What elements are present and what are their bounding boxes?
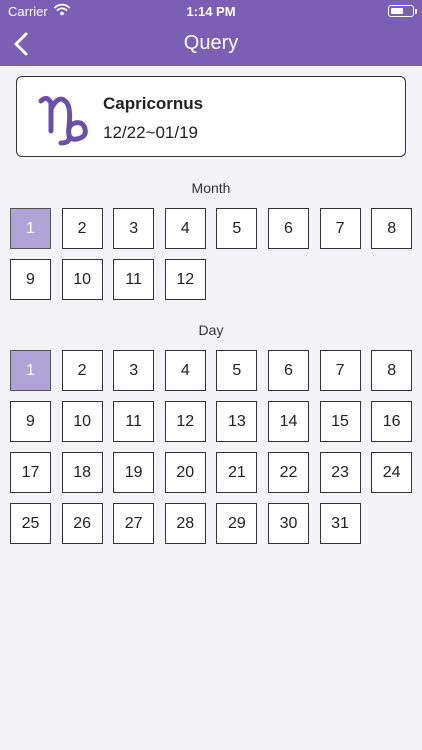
day-cell-7[interactable]: 7 — [319, 350, 361, 391]
navigation-bar: Query — [0, 22, 422, 66]
day-cell-25[interactable]: 25 — [10, 503, 51, 544]
page-title: Query — [183, 32, 239, 54]
day-cell-27[interactable]: 27 — [113, 503, 155, 544]
day-cell-24[interactable]: 24 — [371, 452, 413, 493]
day-cell-30[interactable]: 30 — [267, 503, 309, 544]
day-cell-12[interactable]: 12 — [164, 401, 206, 442]
month-grid: 1 2 3 4 5 6 7 8 9 10 11 12 — [10, 208, 422, 300]
month-cell-2[interactable]: 2 — [61, 208, 103, 249]
status-time: 1:14 PM — [186, 4, 236, 19]
day-cell-11[interactable]: 11 — [113, 401, 155, 442]
day-cell-16[interactable]: 16 — [371, 401, 413, 442]
day-cell-3[interactable]: 3 — [113, 350, 155, 391]
month-cell-3[interactable]: 3 — [113, 208, 155, 249]
capricorn-icon — [37, 87, 93, 147]
day-cell-29[interactable]: 29 — [216, 503, 258, 544]
day-cell-13[interactable]: 13 — [216, 401, 258, 442]
zodiac-name: Capricornus — [103, 94, 204, 113]
month-cell-8[interactable]: 8 — [371, 208, 413, 249]
month-cell-1[interactable]: 1 — [10, 208, 51, 249]
day-cell-4[interactable]: 4 — [164, 350, 206, 391]
day-cell-19[interactable]: 19 — [113, 452, 155, 493]
day-cell-8[interactable]: 8 — [371, 350, 413, 391]
day-cell-23[interactable]: 23 — [319, 452, 361, 493]
month-cell-9[interactable]: 9 — [10, 259, 51, 300]
zodiac-card: Capricornus 12/22~01/19 — [16, 76, 406, 157]
day-cell-22[interactable]: 22 — [267, 452, 309, 493]
day-cell-26[interactable]: 26 — [61, 503, 103, 544]
day-cell-31[interactable]: 31 — [319, 503, 361, 544]
day-label: Day — [198, 322, 224, 338]
day-cell-21[interactable]: 21 — [216, 452, 258, 493]
status-bar: Carrier 1:14 PM — [0, 0, 422, 22]
day-cell-28[interactable]: 28 — [164, 503, 206, 544]
zodiac-date-range: 12/22~01/19 — [103, 123, 199, 142]
day-cell-17[interactable]: 17 — [10, 452, 51, 493]
month-cell-5[interactable]: 5 — [216, 208, 258, 249]
month-cell-7[interactable]: 7 — [319, 208, 361, 249]
day-cell-18[interactable]: 18 — [61, 452, 103, 493]
day-cell-15[interactable]: 15 — [319, 401, 361, 442]
day-cell-5[interactable]: 5 — [216, 350, 258, 391]
month-cell-12[interactable]: 12 — [164, 259, 206, 300]
day-cell-9[interactable]: 9 — [10, 401, 51, 442]
month-cell-11[interactable]: 11 — [113, 259, 155, 300]
day-cell-6[interactable]: 6 — [267, 350, 309, 391]
day-cell-10[interactable]: 10 — [61, 401, 103, 442]
month-cell-10[interactable]: 10 — [61, 259, 103, 300]
day-cell-2[interactable]: 2 — [61, 350, 103, 391]
day-grid: 1 2 3 4 5 6 7 8 9 10 11 12 13 14 15 16 17 18 19 20 21 22 23 24 2… — [10, 350, 422, 544]
day-cell-1[interactable]: 1 — [10, 350, 51, 391]
battery-icon — [388, 5, 417, 17]
day-cell-14[interactable]: 14 — [267, 401, 309, 442]
month-cell-4[interactable]: 4 — [164, 208, 206, 249]
month-label: Month — [191, 180, 231, 196]
month-cell-6[interactable]: 6 — [267, 208, 309, 249]
day-cell-20[interactable]: 20 — [164, 452, 206, 493]
